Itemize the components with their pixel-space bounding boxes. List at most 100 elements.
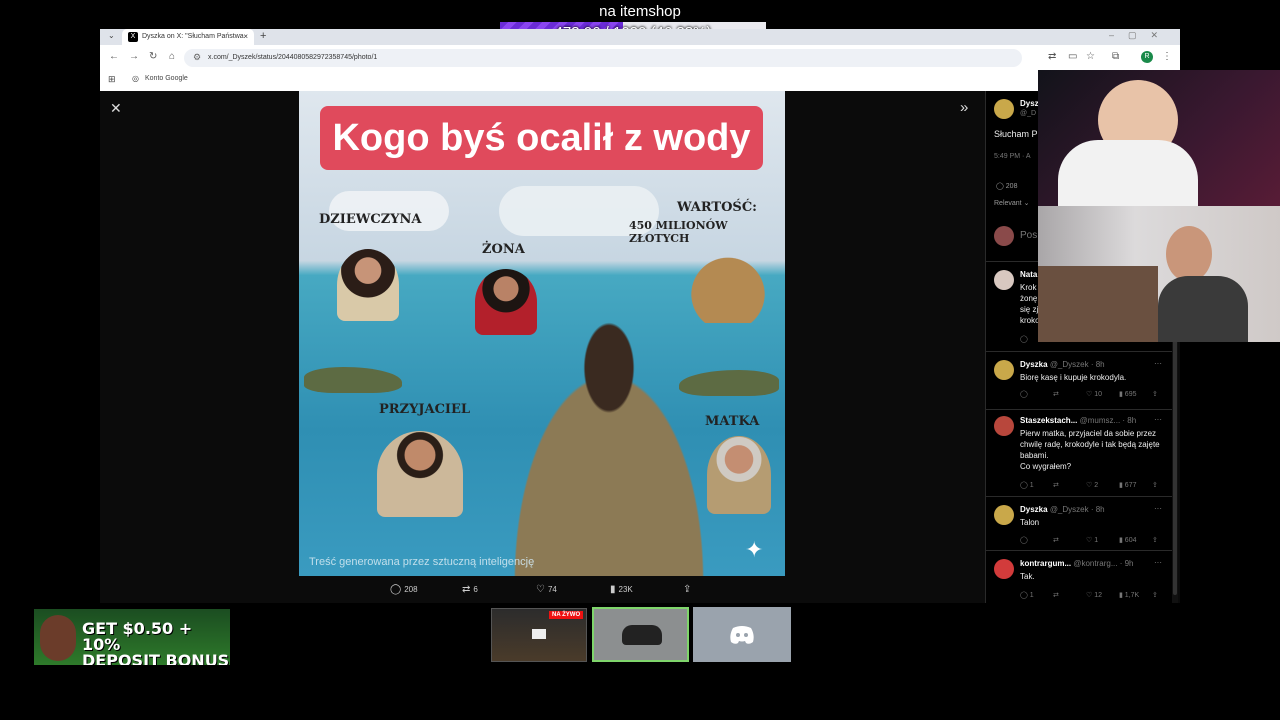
tab-close-icon[interactable]: × (243, 32, 248, 41)
views-button[interactable]: ▮ 1,7K (1119, 591, 1152, 599)
views-button[interactable]: ▮ 23K (610, 584, 633, 595)
promo-text: GET $0.50 + 10% DEPOSIT BONUS (82, 619, 230, 666)
like-button[interactable]: ♡ 10 (1086, 390, 1119, 398)
window-controls[interactable]: –▢✕ (1109, 30, 1172, 41)
reply-icon[interactable]: ◯ (1020, 390, 1053, 398)
views-count: 1,7K (1124, 592, 1140, 599)
promo-line-1: GET $0.50 + 10% (82, 619, 193, 654)
site-info-icon[interactable]: ⚙ (193, 52, 201, 63)
monitor-icon (532, 629, 546, 639)
forward-icon[interactable]: → (129, 51, 139, 62)
more-icon[interactable]: ··· (1154, 359, 1162, 368)
share-icon[interactable]: ⇪ (1152, 390, 1185, 398)
reply-icon: ◯ (390, 584, 402, 595)
translate-icon[interactable]: ⇄ (1048, 51, 1056, 62)
views-button[interactable]: ▮ 604 (1119, 536, 1152, 544)
live-badge: NA ŻYWO (549, 611, 584, 619)
tab-strip: ⌄ X Dyszka on X: "Słucham Państwa × + –▢… (100, 29, 1180, 45)
apps-grid-icon[interactable]: ⊞ (108, 74, 116, 85)
extensions-icon[interactable]: ⧉ (1112, 51, 1119, 62)
more-icon[interactable]: ··· (1154, 558, 1162, 567)
like-button[interactable]: ♡ 2 (1086, 481, 1119, 489)
repost-icon[interactable]: ⇄ (1053, 390, 1086, 398)
menu-icon[interactable]: ⋮ (1162, 51, 1172, 62)
label-friend: PRZYJACIEL (379, 402, 471, 417)
avatar (994, 270, 1014, 290)
profile-avatar[interactable]: R (1141, 51, 1153, 63)
reply-tweet[interactable]: Staszekstach... @mumsz... · 8h ··· Pierw… (986, 409, 1176, 497)
sort-label: Relevant (994, 200, 1022, 207)
views-button[interactable]: ▮ 695 (1119, 390, 1152, 398)
tweet-author[interactable]: kontrargum... @kontrarg... · 9h (1020, 559, 1134, 568)
avatar (994, 99, 1014, 119)
tweet-text: Talon (1020, 518, 1040, 527)
reply-button[interactable]: ◯ 1 (1020, 591, 1053, 599)
chevron-down-icon: ⌄ (1023, 200, 1030, 207)
guest-face (1166, 226, 1212, 282)
op-name[interactable]: Dysz (1020, 99, 1039, 108)
repost-icon[interactable]: ⇄ (1053, 481, 1086, 489)
tweet-author[interactable]: Staszekstach... @mumsz... · 8h (1020, 416, 1136, 425)
bookmark-star-icon[interactable]: ☆ (1086, 51, 1095, 62)
repost-icon[interactable]: ⇄ (1053, 591, 1086, 599)
browser-tab[interactable]: X Dyszka on X: "Słucham Państwa × (122, 29, 254, 45)
reply-count: 1 (1029, 482, 1034, 489)
ai-generated-note: Treść generowana przez sztuczną intelige… (309, 556, 535, 568)
share-icon[interactable]: ⇪ (1152, 591, 1185, 599)
views-count: 604 (1124, 537, 1137, 544)
label-worth: WARTOŚĆ: (677, 200, 757, 215)
share-button[interactable]: ⇪ (683, 584, 694, 595)
post-image[interactable]: Kogo byś ocalił z wody DZIEWCZYNA ŻONA W… (299, 91, 785, 576)
like-button[interactable]: ♡ 1 (1086, 536, 1119, 544)
tweet-author[interactable]: Nata (1020, 270, 1037, 279)
op-reply-count: 208 (1005, 183, 1018, 190)
share-icon[interactable]: ⇪ (1152, 481, 1185, 489)
reply-icon: ◯ (996, 183, 1006, 190)
tweet-text: Tak. (1020, 572, 1035, 581)
like-button[interactable]: ♡ 74 (536, 584, 557, 595)
close-viewer-icon[interactable]: ✕ (110, 100, 122, 117)
more-icon[interactable]: ··· (1154, 415, 1162, 424)
discord-icon (730, 626, 754, 644)
tweet-author[interactable]: Dyszka @_Dyszek · 8h (1020, 505, 1105, 514)
like-count: 10 (1094, 391, 1103, 398)
webcam-top (1038, 70, 1280, 206)
overlay-title: na itemshop (599, 3, 681, 20)
new-tab-button[interactable]: + (260, 30, 266, 42)
reload-icon[interactable]: ↻ (149, 51, 157, 62)
repost-icon[interactable]: ⇄ (1053, 536, 1086, 544)
promo-line-2: DEPOSIT BONUS (82, 651, 230, 666)
bookmark-google-account[interactable]: Konto Google (145, 75, 188, 82)
reply-tweet[interactable]: Dyszka @_Dyszek · 8h ··· Talon ◯ ⇄ ♡ 1 ▮ 60… (986, 496, 1176, 551)
tab-title: Dyszka on X: "Słucham Państwa (142, 33, 244, 40)
tweet-text: Biorę kasę i kupuje krokodyla. (1020, 373, 1127, 382)
sort-dropdown[interactable]: Relevant ⌄ (994, 199, 1029, 207)
op-handle[interactable]: @_D (1020, 110, 1036, 117)
op-time: 5:49 PM · A (994, 153, 1031, 160)
collapse-sidebar-icon[interactable]: » (960, 99, 968, 116)
post-reply-input[interactable]: Pos (1020, 230, 1037, 241)
reply-button[interactable]: ◯ 1 (1020, 481, 1053, 489)
address-bar[interactable]: ⚙ x.com/_Dyszek/status/20440805829723587… (184, 49, 1022, 67)
cast-icon[interactable]: ▭ (1068, 51, 1077, 62)
reply-tweet[interactable]: Dyszka @_Dyszek · 8h ··· Biorę kasę i ku… (986, 351, 1176, 403)
promo-banner[interactable]: GET $0.50 + 10% DEPOSIT BONUS (34, 609, 230, 665)
scene-thumbnail-car[interactable] (592, 607, 689, 662)
back-icon[interactable]: ← (109, 51, 119, 62)
reply-tweet[interactable]: kontrargum... @kontrarg... · 9h ··· Tak.… (986, 550, 1176, 603)
scene-thumbnail-discord[interactable] (693, 607, 791, 662)
op-replies[interactable]: ◯ 208 (996, 182, 1017, 190)
man-figure (489, 321, 729, 576)
op-text: Słucham P (994, 129, 1038, 139)
reply-icon[interactable]: ◯ (1020, 536, 1053, 544)
like-button[interactable]: ♡ 12 (1086, 591, 1119, 599)
tab-search-icon[interactable]: ⌄ (108, 31, 115, 40)
home-icon[interactable]: ⌂ (169, 51, 175, 62)
repost-button[interactable]: ⇄ 6 (462, 584, 478, 595)
guest-shirt (1158, 276, 1248, 342)
reply-button[interactable]: ◯ 208 (390, 584, 418, 595)
more-icon[interactable]: ··· (1154, 504, 1162, 513)
views-button[interactable]: ▮ 677 (1119, 481, 1152, 489)
tweet-author[interactable]: Dyszka @_Dyszek · 8h (1020, 360, 1105, 369)
share-icon[interactable]: ⇪ (1152, 536, 1185, 544)
